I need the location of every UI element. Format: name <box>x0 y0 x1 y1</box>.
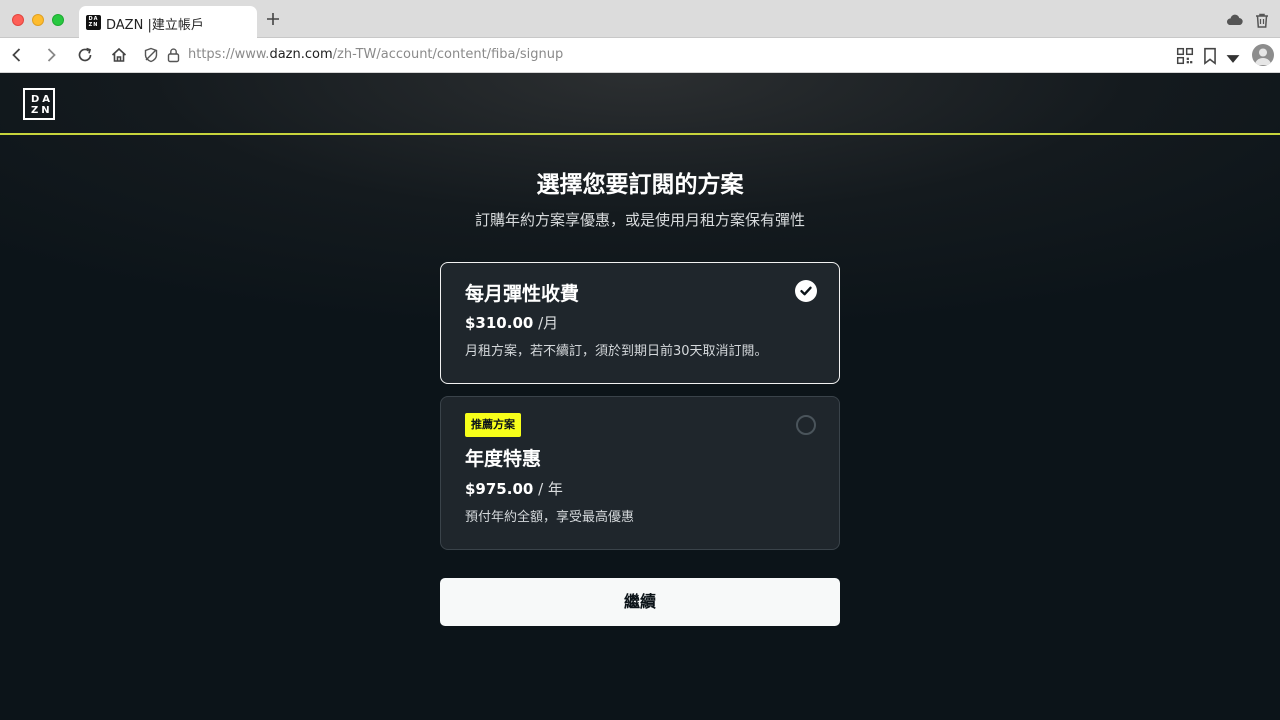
lock-icon[interactable] <box>167 47 180 63</box>
reload-icon[interactable] <box>76 46 94 64</box>
page-subtitle: 訂購年約方案享優惠，或是使用月租方案保有彈性 <box>474 211 805 229</box>
plan-description: 月租方案，若不續訂，須於到期日前30天取消訂閱。 <box>465 344 768 359</box>
url-text: https://www.dazn.com/zh-TW/account/conte… <box>188 47 564 62</box>
bookmark-icon[interactable] <box>1201 47 1219 65</box>
home-icon[interactable] <box>110 46 128 64</box>
shield-icon[interactable] <box>143 47 159 63</box>
qr-icon[interactable] <box>1176 47 1194 65</box>
page-title: 選擇您要訂閱的方案 <box>536 172 744 198</box>
tab-title: DAZN |建立帳戶 <box>106 18 204 33</box>
plan-card-monthly[interactable]: 每月彈性收費 $310.00 /月 月租方案，若不續訂，須於到期日前30天取消訂… <box>440 262 840 384</box>
plan-name: 年度特惠 <box>465 448 542 470</box>
plan-card-annual[interactable]: 推薦方案 年度特惠 $975.00 / 年 預付年約全額，享受最高優惠 <box>440 396 840 550</box>
browser-tab-bar: DA ZN DAZN |建立帳戶 <box>0 0 1280 39</box>
minimize-window-button[interactable] <box>32 14 44 26</box>
plan-radio-unselected[interactable] <box>796 415 816 435</box>
plan-price: $975.00 / 年 <box>465 480 563 498</box>
plan-name: 每月彈性收費 <box>465 283 580 305</box>
dazn-favicon-icon: DA ZN <box>86 15 101 30</box>
page-content: DA ZN 選擇您要訂閱的方案 訂購年約方案享優惠，或是使用月租方案保有彈性 每月… <box>0 73 1280 720</box>
site-header: DA ZN <box>0 73 1280 135</box>
continue-button[interactable]: 繼續 <box>440 578 840 626</box>
browser-toolbar: https://www.dazn.com/zh-TW/account/conte… <box>0 38 1280 73</box>
trash-icon[interactable] <box>1255 13 1269 28</box>
browser-tab[interactable]: DA ZN DAZN |建立帳戶 <box>79 6 257 39</box>
cloud-icon[interactable] <box>1225 13 1243 27</box>
user-icon <box>1255 48 1271 65</box>
plus-icon[interactable] <box>264 10 282 28</box>
profile-avatar[interactable] <box>1252 44 1274 66</box>
plan-radio-selected[interactable] <box>795 280 817 302</box>
forward-icon[interactable] <box>42 46 60 64</box>
address-bar[interactable]: https://www.dazn.com/zh-TW/account/conte… <box>140 43 1170 67</box>
plan-price: $310.00 /月 <box>465 314 559 332</box>
back-icon[interactable] <box>8 46 26 64</box>
chevron-down-icon[interactable] <box>1224 50 1242 68</box>
close-window-button[interactable] <box>12 14 24 26</box>
plan-description: 預付年約全額，享受最高優惠 <box>465 510 635 525</box>
maximize-window-button[interactable] <box>52 14 64 26</box>
check-icon <box>800 286 812 296</box>
dazn-logo[interactable]: DA ZN <box>23 88 55 120</box>
recommended-badge: 推薦方案 <box>465 413 521 437</box>
